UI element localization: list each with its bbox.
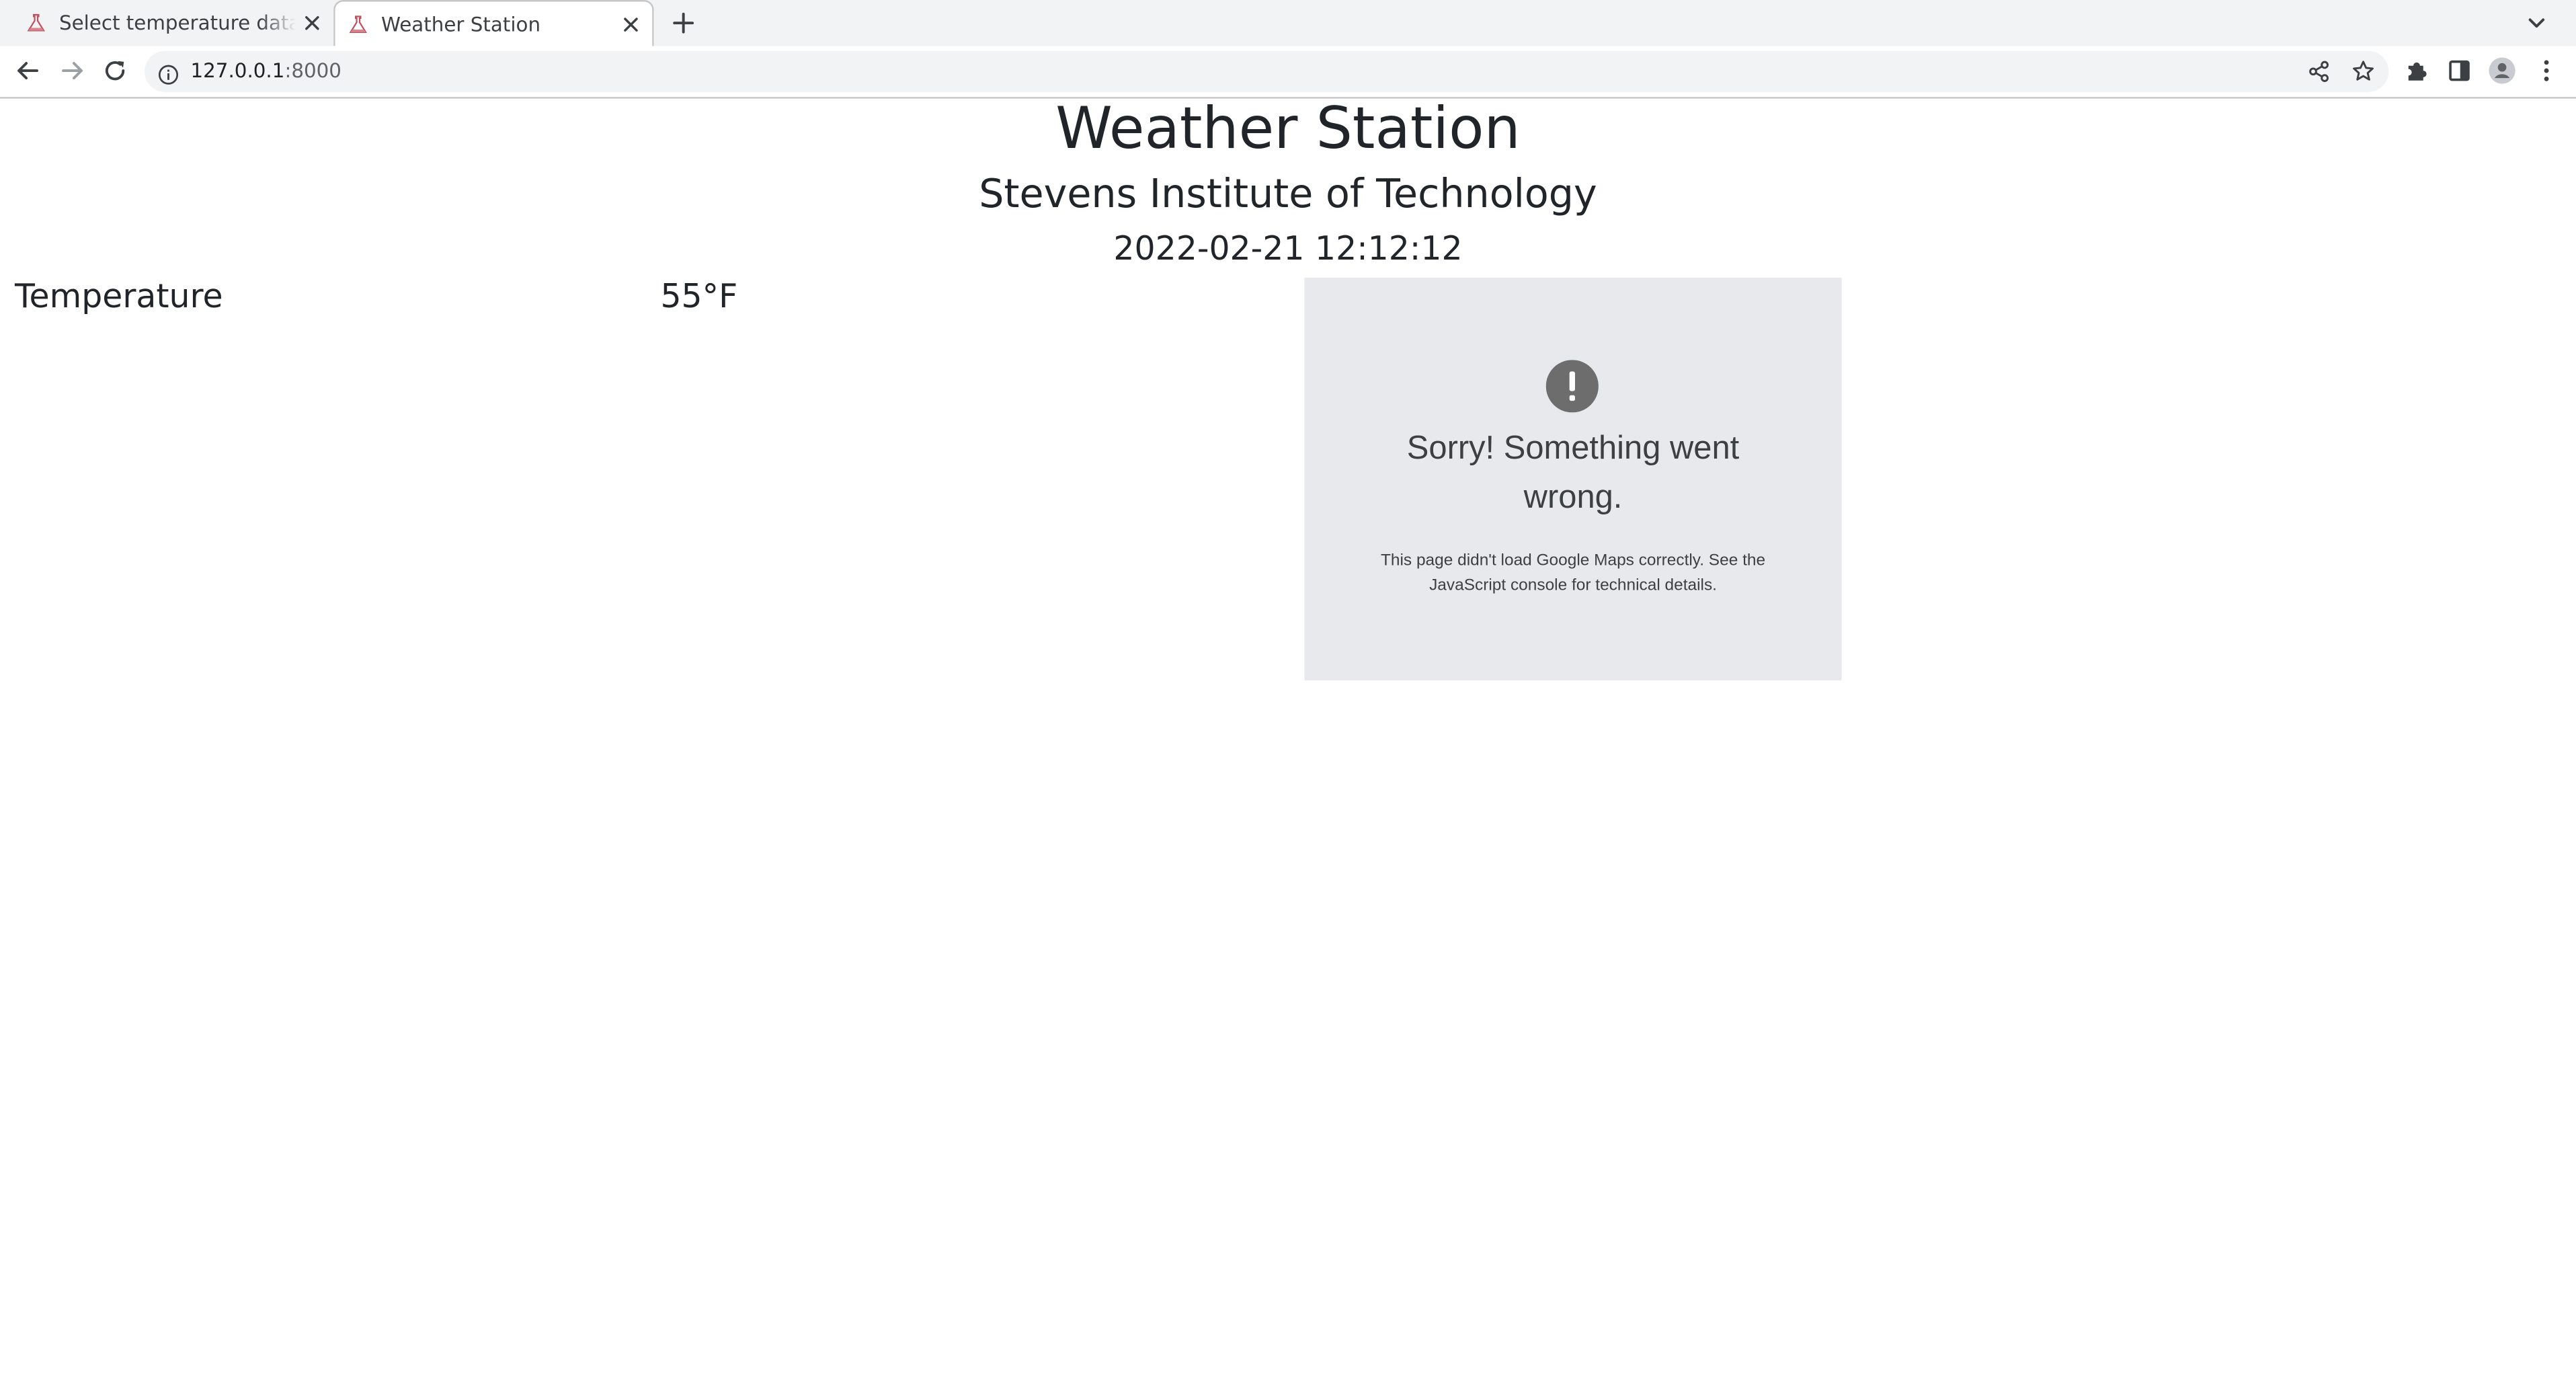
- share-icon[interactable]: [2306, 59, 2331, 84]
- new-tab-button[interactable]: [669, 8, 698, 38]
- back-button[interactable]: [13, 56, 43, 85]
- tab-title: Select temperature data to: [58, 11, 296, 35]
- forward-button[interactable]: [58, 56, 87, 85]
- puzzle-icon: [2408, 62, 2427, 81]
- reading-datetime: 2022-02-21 12:12:12: [1113, 228, 1463, 268]
- profile-button[interactable]: [2487, 56, 2517, 85]
- url-text: 127.0.0.1:8000: [190, 58, 341, 86]
- arrow-left-icon: [17, 62, 38, 80]
- browser-toolbar: 127.0.0.1:8000: [0, 46, 2576, 99]
- flask-favicon-icon: [26, 13, 46, 33]
- browser-window: Select temperature data to Weather Stati…: [0, 0, 2576, 1396]
- alert-icon: [1545, 360, 1599, 413]
- address-bar[interactable]: 127.0.0.1:8000: [145, 50, 2389, 92]
- kebab-menu-icon: [2544, 60, 2549, 81]
- temperature-value: 55°F: [660, 276, 738, 316]
- map-error-detail: This page didn't load Google Maps correc…: [1380, 552, 1766, 595]
- reload-icon: [105, 61, 125, 81]
- extensions-button[interactable]: [2402, 56, 2431, 85]
- menu-button[interactable]: [2532, 56, 2561, 85]
- star-icon[interactable]: [2351, 59, 2376, 84]
- arrow-right-icon: [62, 62, 83, 80]
- url-port: :8000: [284, 59, 341, 83]
- tab-select-temperature[interactable]: Select temperature data to: [13, 0, 334, 44]
- tab-title: Weather Station: [380, 13, 541, 36]
- side-panel-icon: [2449, 60, 2470, 81]
- close-icon[interactable]: [619, 13, 642, 36]
- close-icon[interactable]: [300, 11, 323, 34]
- tab-weather-station[interactable]: Weather Station: [333, 0, 654, 48]
- reload-button[interactable]: [100, 56, 130, 85]
- profile-icon: [2489, 57, 2515, 84]
- tab-search-button[interactable]: [2524, 10, 2550, 36]
- plus-icon: [673, 12, 694, 34]
- temperature-label: Temperature: [14, 276, 223, 316]
- map-error-heading: Sorry! Something went wrong.: [1406, 430, 1740, 516]
- info-icon[interactable]: [158, 61, 179, 85]
- page-subtitle: Stevens Institute of Technology: [979, 171, 1597, 217]
- map-error-panel: Sorry! Something went wrong. This page d…: [1304, 278, 1842, 681]
- side-panel-button[interactable]: [2445, 56, 2474, 85]
- flask-favicon-icon: [348, 15, 368, 34]
- url-host: 127.0.0.1: [190, 59, 285, 83]
- chevron-down-icon: [2528, 18, 2545, 28]
- page-title: Weather Station: [1055, 97, 1521, 163]
- tab-strip: Select temperature data to Weather Stati…: [0, 0, 2576, 48]
